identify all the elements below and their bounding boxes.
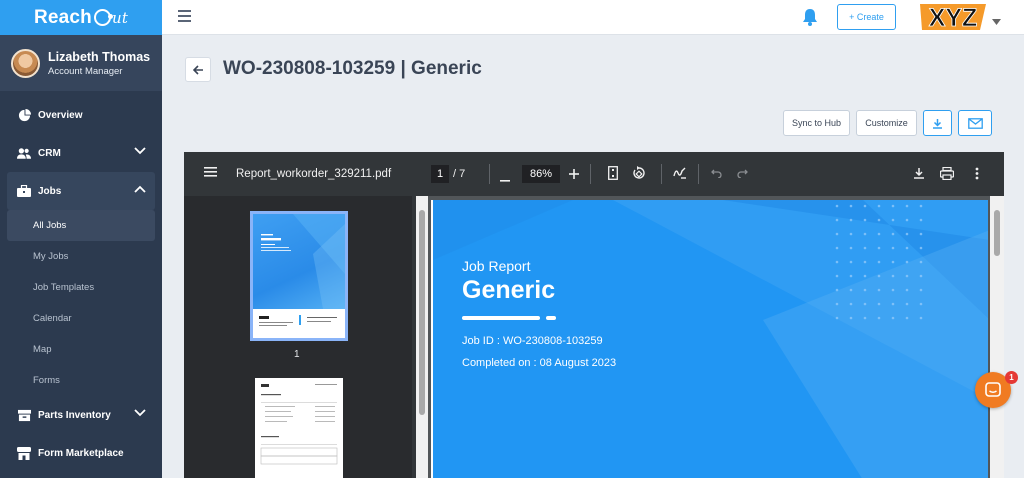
thumbnail-scrollbar[interactable]: [416, 196, 428, 478]
chevron-up-icon: [134, 185, 146, 196]
user-role: Account Manager: [48, 65, 123, 77]
toolbar-divider: [590, 164, 591, 184]
sidebar-nav: Overview CRM Jobs All Jobs My Jobs Job T…: [0, 96, 162, 472]
pdf-page-area: Job Report Generic Job ID : WO-230808-10…: [428, 196, 990, 478]
redo-icon[interactable]: [737, 169, 748, 181]
sidebar-item-parts-inventory[interactable]: Parts Inventory: [0, 396, 162, 434]
pdf-toolbar: Report_workorder_329211.pdf 1 / 7 86%: [184, 152, 1004, 196]
page-title: WO-230808-103259 | Generic: [223, 58, 482, 79]
avatar: [11, 48, 40, 78]
report-title-underline: [462, 316, 540, 320]
back-button[interactable]: [185, 57, 211, 82]
page-thumbnail-2[interactable]: [255, 378, 343, 478]
menu-icon[interactable]: [204, 167, 217, 180]
pdf-file-name: Report_workorder_329211.pdf: [236, 168, 392, 180]
toolbar-divider: [698, 164, 699, 184]
thumbnail-panel: 1: [184, 196, 412, 478]
annotate-icon[interactable]: [673, 167, 687, 183]
report-title-underline-dot: [546, 316, 556, 320]
page-number-input[interactable]: 1: [431, 165, 449, 183]
sidebar-item-label: CRM: [38, 147, 61, 159]
page-total: / 7: [453, 168, 466, 180]
sidebar-item-label: Jobs: [38, 185, 62, 197]
email-button[interactable]: [958, 110, 992, 136]
report-title: Generic: [462, 276, 556, 304]
thumbnail-page-number: 1: [294, 349, 300, 360]
brand-name-main: Reach: [33, 6, 92, 28]
brand-o-icon: [93, 9, 113, 26]
undo-icon[interactable]: [711, 169, 722, 181]
briefcase-icon: [17, 184, 31, 198]
sidebar-item-label: Parts Inventory: [38, 409, 111, 421]
chat-notification-badge: 1: [1005, 371, 1018, 384]
sidebar: Reach ut Lizabeth Thomas Account Manager …: [0, 0, 162, 478]
sidebar-item-crm[interactable]: CRM: [0, 134, 162, 172]
sidebar-item-jobs[interactable]: Jobs: [7, 172, 155, 210]
chat-icon: [985, 382, 1001, 397]
report-completed-date: Completed on : 08 August 2023: [462, 357, 617, 369]
create-button[interactable]: + Create: [837, 4, 896, 30]
zoom-level[interactable]: 86%: [522, 165, 560, 183]
report-job-id: Job ID : WO-230808-103259: [462, 335, 603, 347]
zoom-out-icon[interactable]: [500, 173, 510, 185]
customize-button[interactable]: Customize: [856, 110, 917, 136]
sidebar-subitem-forms[interactable]: Forms: [0, 365, 162, 396]
menu-icon[interactable]: [178, 10, 191, 25]
download-button[interactable]: [923, 110, 952, 136]
sidebar-item-label: Overview: [38, 109, 83, 121]
sidebar-item-label: Form Marketplace: [38, 447, 124, 459]
mail-icon: [967, 117, 983, 129]
user-profile[interactable]: Lizabeth Thomas Account Manager: [0, 35, 162, 91]
sidebar-subitem-my-jobs[interactable]: My Jobs: [0, 241, 162, 272]
brand-name-tail: ut: [111, 8, 129, 27]
caret-down-icon[interactable]: [992, 12, 1001, 30]
sidebar-subitem-map[interactable]: Map: [0, 334, 162, 365]
box-icon: [17, 408, 31, 422]
fit-page-icon[interactable]: [608, 166, 618, 183]
users-icon: [17, 146, 31, 160]
pie-chart-icon: [17, 108, 31, 122]
page-thumbnail-1[interactable]: [250, 211, 348, 341]
company-logo[interactable]: XYZ: [918, 2, 988, 32]
arrow-left-icon: [192, 64, 203, 75]
user-name: Lizabeth Thomas: [48, 49, 151, 64]
chevron-down-icon: [134, 147, 146, 158]
sidebar-subitem-calendar[interactable]: Calendar: [0, 303, 162, 334]
download-icon: [933, 118, 942, 129]
toolbar-divider: [489, 164, 490, 184]
store-icon: [17, 446, 31, 460]
sidebar-subitem-all-jobs[interactable]: All Jobs: [7, 210, 155, 241]
chevron-down-icon: [134, 409, 146, 420]
page-scrollbar[interactable]: [990, 196, 1004, 478]
sidebar-subitem-job-templates[interactable]: Job Templates: [0, 272, 162, 303]
toolbar-divider: [661, 164, 662, 184]
print-icon[interactable]: [939, 166, 955, 183]
bell-icon[interactable]: [802, 8, 818, 31]
download-icon[interactable]: [913, 167, 925, 182]
brand-logo[interactable]: Reach ut: [0, 0, 162, 35]
zoom-in-icon[interactable]: [569, 169, 579, 182]
sidebar-item-overview[interactable]: Overview: [0, 96, 162, 134]
more-options-icon[interactable]: [975, 167, 979, 183]
pdf-viewer: Report_workorder_329211.pdf 1 / 7 86% 1 …: [184, 152, 1004, 478]
sidebar-item-form-marketplace[interactable]: Form Marketplace: [0, 434, 162, 472]
top-bar: + Create XYZ: [162, 0, 1024, 35]
rotate-icon[interactable]: [632, 166, 646, 183]
sync-to-hub-button[interactable]: Sync to Hub: [783, 110, 850, 136]
report-label: Job Report: [462, 258, 531, 274]
pdf-page-1: Job Report Generic Job ID : WO-230808-10…: [431, 200, 988, 478]
logo-text: XYZ: [929, 4, 978, 32]
